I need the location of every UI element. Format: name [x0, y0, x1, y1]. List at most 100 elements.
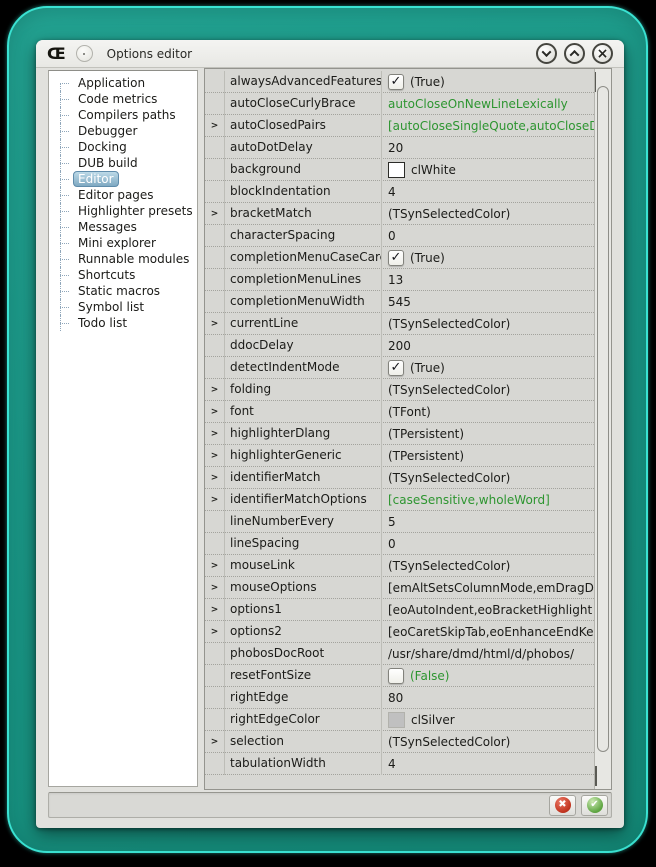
property-row[interactable]: phobosDocRoot /usr/share/dmd/html/d/phob…: [205, 643, 594, 665]
property-row[interactable]: > currentLine (TSynSelectedColor): [205, 313, 594, 335]
color-swatch[interactable]: [388, 162, 405, 178]
property-row[interactable]: > bracketMatch (TSynSelectedColor): [205, 203, 594, 225]
sidebar-item[interactable]: Highlighter presets: [49, 203, 197, 219]
property-value-cell[interactable]: /usr/share/dmd/html/d/phobos/: [382, 643, 594, 665]
sidebar-item[interactable]: Editor pages: [49, 187, 197, 203]
property-value-cell[interactable]: (TSynSelectedColor): [382, 731, 594, 753]
value-checkbox[interactable]: ✓: [388, 360, 404, 376]
close-button[interactable]: ×: [592, 43, 613, 64]
expand-arrow-icon[interactable]: >: [211, 407, 219, 417]
sidebar-item[interactable]: Shortcuts: [49, 267, 197, 283]
property-row[interactable]: > font (TFont): [205, 401, 594, 423]
property-value-cell[interactable]: [caseSensitive,wholeWord]: [382, 489, 594, 511]
property-row[interactable]: alwaysAdvancedFeatures ✓ (True): [205, 71, 594, 93]
sidebar-item[interactable]: Compilers paths: [49, 107, 197, 123]
value-checkbox[interactable]: ✓: [388, 74, 404, 90]
property-row[interactable]: > highlighterGeneric (TPersistent): [205, 445, 594, 467]
expand-arrow-icon[interactable]: >: [211, 429, 219, 439]
property-value-cell[interactable]: 545: [382, 291, 594, 313]
property-row[interactable]: > folding (TSynSelectedColor): [205, 379, 594, 401]
property-row[interactable]: blockIndentation 4: [205, 181, 594, 203]
expand-arrow-icon[interactable]: >: [211, 495, 219, 505]
scrollbar-bottom-buttons[interactable]: [595, 766, 611, 785]
sidebar-item[interactable]: Docking: [49, 139, 197, 155]
titlebar[interactable]: Œ Options editor ×: [36, 40, 624, 68]
value-checkbox[interactable]: ✓: [388, 250, 404, 266]
property-value-cell[interactable]: [autoCloseSingleQuote,autoCloseD: [382, 115, 594, 137]
expand-arrow-icon[interactable]: >: [211, 605, 219, 615]
expand-arrow-icon[interactable]: >: [211, 473, 219, 483]
property-value-cell[interactable]: 4: [382, 753, 594, 775]
property-value-cell[interactable]: 200: [382, 335, 594, 357]
sidebar-item[interactable]: Mini explorer: [49, 235, 197, 251]
shade-button[interactable]: [536, 43, 557, 64]
property-row[interactable]: > options2 [eoCaretSkipTab,eoEnhanceEndK…: [205, 621, 594, 643]
expand-arrow-icon[interactable]: >: [211, 385, 219, 395]
property-value-cell[interactable]: [eoCaretSkipTab,eoEnhanceEndKe: [382, 621, 594, 643]
property-row[interactable]: > highlighterDlang (TPersistent): [205, 423, 594, 445]
property-value-cell[interactable]: (TPersistent): [382, 423, 594, 445]
property-row[interactable]: autoDotDelay 20: [205, 137, 594, 159]
expand-arrow-icon[interactable]: >: [211, 209, 219, 219]
property-value-cell[interactable]: ✓ (True): [382, 71, 594, 93]
property-row[interactable]: lineNumberEvery 5: [205, 511, 594, 533]
property-value-cell[interactable]: (TFont): [382, 401, 594, 423]
property-value-cell[interactable]: clSilver: [382, 709, 594, 731]
cancel-button[interactable]: ✖: [549, 795, 576, 816]
expand-arrow-icon[interactable]: >: [211, 627, 219, 637]
property-row[interactable]: lineSpacing 0: [205, 533, 594, 555]
property-value-cell[interactable]: 13: [382, 269, 594, 291]
sidebar-item[interactable]: Static macros: [49, 283, 197, 299]
property-row[interactable]: > mouseLink (TSynSelectedColor): [205, 555, 594, 577]
expand-arrow-icon[interactable]: >: [211, 737, 219, 747]
property-row[interactable]: > selection (TSynSelectedColor): [205, 731, 594, 753]
sidebar-item[interactable]: Editor: [49, 171, 197, 187]
property-row[interactable]: > mouseOptions [emAltSetsColumnMode,emDr…: [205, 577, 594, 599]
property-row[interactable]: completionMenuWidth 545: [205, 291, 594, 313]
sidebar-item[interactable]: Todo list: [49, 315, 197, 331]
color-swatch[interactable]: [388, 712, 405, 728]
property-value-cell[interactable]: 4: [382, 181, 594, 203]
property-value-cell[interactable]: 5: [382, 511, 594, 533]
property-row[interactable]: > identifierMatchOptions [caseSensitive,…: [205, 489, 594, 511]
property-row[interactable]: rightEdgeColor clSilver: [205, 709, 594, 731]
sidebar-item[interactable]: Symbol list: [49, 299, 197, 315]
property-value-cell[interactable]: (TSynSelectedColor): [382, 379, 594, 401]
property-value-cell[interactable]: ✓ (True): [382, 247, 594, 269]
grid-scrollbar[interactable]: [594, 69, 611, 789]
property-row[interactable]: tabulationWidth 4: [205, 753, 594, 775]
maximize-button[interactable]: [564, 43, 585, 64]
property-row[interactable]: > identifierMatch (TSynSelectedColor): [205, 467, 594, 489]
property-value-cell[interactable]: 0: [382, 225, 594, 247]
property-row[interactable]: > options1 [eoAutoIndent,eoBracketHighli…: [205, 599, 594, 621]
property-row[interactable]: resetFontSize (False): [205, 665, 594, 687]
property-row[interactable]: detectIndentMode ✓ (True): [205, 357, 594, 379]
property-value-cell[interactable]: (TPersistent): [382, 445, 594, 467]
sidebar-item[interactable]: DUB build: [49, 155, 197, 171]
accept-button[interactable]: ✔: [581, 795, 608, 816]
property-row[interactable]: characterSpacing 0: [205, 225, 594, 247]
expand-arrow-icon[interactable]: >: [211, 561, 219, 571]
property-row[interactable]: completionMenuLines 13: [205, 269, 594, 291]
scrollbar-thumb[interactable]: [597, 86, 609, 752]
window-menu-button[interactable]: [76, 45, 93, 62]
sidebar-item[interactable]: Runnable modules: [49, 251, 197, 267]
property-row[interactable]: rightEdge 80: [205, 687, 594, 709]
property-row[interactable]: background clWhite: [205, 159, 594, 181]
expand-arrow-icon[interactable]: >: [211, 583, 219, 593]
property-row[interactable]: completionMenuCaseCare ✓ (True): [205, 247, 594, 269]
property-row[interactable]: > autoClosedPairs [autoCloseSingleQuote,…: [205, 115, 594, 137]
property-value-cell[interactable]: autoCloseOnNewLineLexically: [382, 93, 594, 115]
property-value-cell[interactable]: clWhite: [382, 159, 594, 181]
property-value-cell[interactable]: [eoAutoIndent,eoBracketHighlight: [382, 599, 594, 621]
expand-arrow-icon[interactable]: >: [211, 451, 219, 461]
property-value-cell[interactable]: 0: [382, 533, 594, 555]
property-value-cell[interactable]: ✓ (True): [382, 357, 594, 379]
expand-arrow-icon[interactable]: >: [211, 319, 219, 329]
property-value-cell[interactable]: [emAltSetsColumnMode,emDragDr: [382, 577, 594, 599]
sidebar-item[interactable]: Messages: [49, 219, 197, 235]
property-row[interactable]: autoCloseCurlyBrace autoCloseOnNewLineLe…: [205, 93, 594, 115]
expand-arrow-icon[interactable]: >: [211, 121, 219, 131]
value-checkbox[interactable]: [388, 668, 404, 684]
property-value-cell[interactable]: (TSynSelectedColor): [382, 555, 594, 577]
